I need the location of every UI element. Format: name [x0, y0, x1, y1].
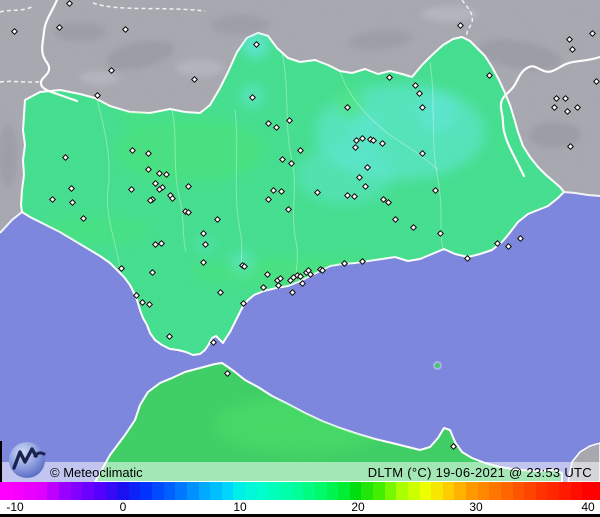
legend-color-segment [442, 482, 456, 500]
legend-color-segment [163, 482, 176, 500]
legend-color-segment [256, 482, 269, 500]
legend-color-segment [280, 482, 293, 500]
legend-color-segment [349, 482, 362, 500]
legend-color-segment [152, 482, 165, 500]
legend-color-segment [407, 482, 421, 500]
legend-tick-label: 30 [469, 500, 483, 514]
legend-color-segment [535, 482, 549, 500]
legend-color-segment [500, 482, 514, 500]
legend-color-segment [47, 482, 60, 500]
legend-tick-row: -10 0 10 20 30 40 [0, 500, 600, 514]
alboran-island [435, 363, 440, 368]
meteoclimatic-logo[interactable] [5, 440, 51, 482]
legend-color-segment [477, 482, 490, 500]
legend-color-segment [140, 482, 153, 500]
legend-color-segment [594, 482, 600, 500]
legend-color-segment [396, 482, 409, 500]
legend-tick-label: -10 [6, 500, 24, 514]
legend-color-segment [221, 482, 235, 500]
legend-color-segment [198, 482, 211, 500]
legend-color-segment [291, 482, 304, 500]
legend-color-segment [524, 482, 537, 500]
legend-color-segment [186, 482, 200, 500]
legend-color-segment [59, 482, 72, 500]
legend-color-segment [419, 482, 432, 500]
legend-colorbar [0, 482, 600, 500]
attribution-text: © Meteoclimatic [50, 464, 143, 480]
legend-color-segment [0, 482, 14, 500]
legend-color-segment [326, 482, 339, 500]
legend-color-segment [24, 482, 37, 500]
legend-color-segment [338, 482, 351, 500]
legend-color-segment [233, 482, 246, 500]
weather-map-app: © Meteoclimatic DLTM (°C) 19-06-2021 @ 2… [0, 0, 600, 517]
map-svg [0, 0, 600, 482]
legend-color-segment [361, 482, 374, 500]
legend-color-segment [547, 482, 560, 500]
legend-color-segment [454, 482, 467, 500]
legend-color-segment [570, 482, 583, 500]
attribution-strip: © Meteoclimatic DLTM (°C) 19-06-2021 @ 2… [0, 462, 600, 482]
legend-color-segment [466, 482, 479, 500]
legend-color-segment [93, 482, 107, 500]
legend-color-segment [431, 482, 444, 500]
legend-color-segment [128, 482, 142, 500]
legend-color-segment [245, 482, 258, 500]
legend-color-segment [35, 482, 48, 500]
legend-tick-label: 40 [581, 500, 595, 514]
noise-texture [0, 0, 600, 482]
legend-tick-label: 0 [119, 500, 127, 514]
legend-color-segment [384, 482, 397, 500]
legend-color-segment [303, 482, 316, 500]
legend-color-segment [373, 482, 386, 500]
legend-color-segment [175, 482, 188, 500]
legend-color-segment [12, 482, 25, 500]
map-title: DLTM (°C) 19-06-2021 @ 23:53 UTC [367, 464, 592, 480]
legend-color-segment [117, 482, 130, 500]
legend-color-segment [314, 482, 328, 500]
legend-tick-label: 20 [351, 500, 365, 514]
legend-color-segment [70, 482, 83, 500]
legend-color-segment [489, 482, 502, 500]
legend-color-segment [268, 482, 281, 500]
legend-color-segment [512, 482, 525, 500]
left-edge-notch [0, 441, 2, 482]
temperature-map [0, 0, 600, 482]
legend-color-segment [105, 482, 118, 500]
legend-tick-label: 10 [233, 500, 247, 514]
legend-color-segment [559, 482, 572, 500]
legend-color-segment [582, 482, 595, 500]
legend-color-segment [210, 482, 223, 500]
legend-color-segment [82, 482, 95, 500]
